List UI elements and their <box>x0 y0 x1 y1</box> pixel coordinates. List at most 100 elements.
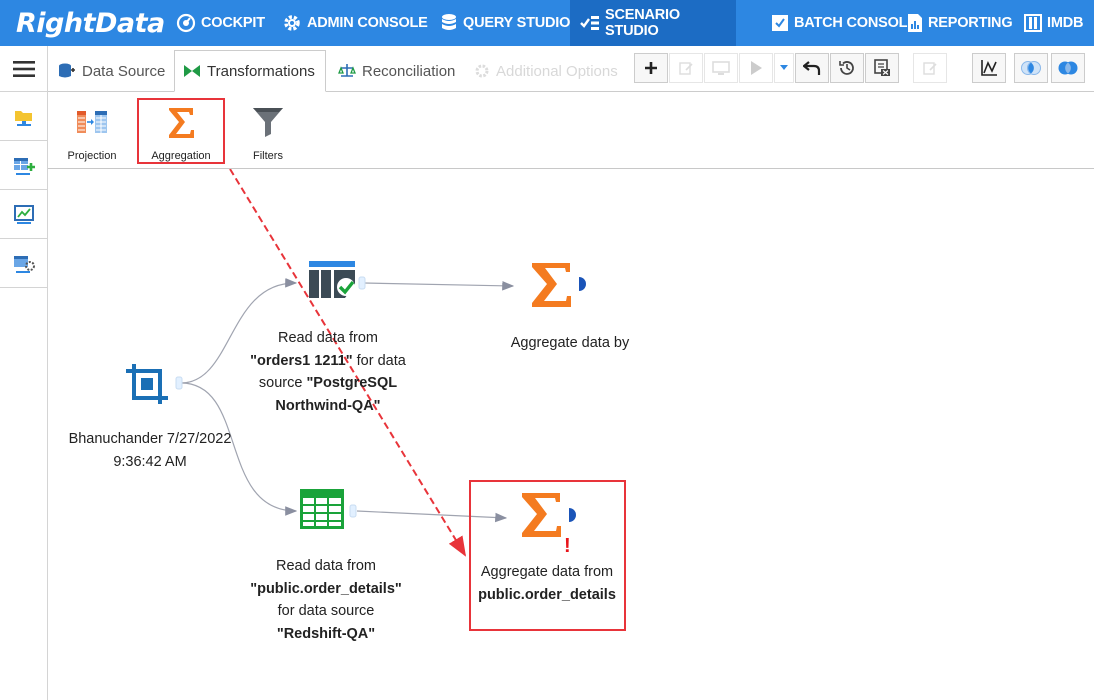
tool-aggregation[interactable]: Aggregation <box>137 98 225 164</box>
crop-frame-icon <box>126 364 168 404</box>
monitor-button[interactable] <box>704 53 738 83</box>
sidebar-folder-button[interactable] <box>0 93 47 141</box>
edit-button[interactable] <box>669 53 703 83</box>
source1-read-text: Read data from <box>278 330 378 346</box>
rightdata-logo[interactable]: RightData <box>16 7 165 39</box>
chart-line-icon <box>981 60 997 76</box>
read-data-icon <box>309 261 355 298</box>
add-table-icon <box>13 157 35 175</box>
run-options-dropdown[interactable] <box>774 53 794 83</box>
gear-icon <box>475 64 489 78</box>
history-button[interactable] <box>830 53 864 83</box>
sidebar-add-table-button[interactable] <box>0 142 47 190</box>
start-node-label: Bhanuchander 7/27/2022 9:36:42 AM <box>54 428 246 473</box>
tool-filters-label: Filters <box>253 150 283 162</box>
edit-note-icon <box>923 62 937 75</box>
nav-imdb-label: IMDB <box>1047 15 1084 31</box>
nav-imdb[interactable]: IMDB <box>1024 0 1083 46</box>
source2-read-text: Read data from <box>276 558 376 574</box>
nav-admin-console[interactable]: ADMIN CONSOLE <box>282 0 428 46</box>
nav-scenario-studio[interactable]: SCENARIO STUDIO <box>570 0 736 46</box>
scenario-icon <box>580 16 599 30</box>
sigma-icon <box>169 108 194 138</box>
connector-source1-to-agg1 <box>363 280 515 291</box>
notes-button[interactable] <box>913 53 947 83</box>
source2-table-name: "public.order_details" <box>250 580 402 597</box>
source2-mid-text: for data source <box>277 603 375 619</box>
scale-icon <box>338 64 356 77</box>
nav-batch-console[interactable]: BATCH CONSOLE <box>771 0 917 46</box>
dropdown-caret-icon <box>780 65 788 70</box>
nav-scenario-studio-label: SCENARIO STUDIO <box>605 7 680 39</box>
export-report-button[interactable] <box>865 53 899 83</box>
tool-projection[interactable]: Projection <box>48 98 136 164</box>
hamburger-menu-button[interactable] <box>0 46 48 92</box>
play-icon <box>751 61 762 75</box>
aggregate1-node[interactable] <box>530 261 592 314</box>
undo-button[interactable] <box>795 53 829 83</box>
chart-view-button[interactable] <box>972 53 1006 83</box>
batch-icon <box>772 15 788 31</box>
source2-label: Read data from "public.order_details" fo… <box>226 555 426 645</box>
aggregate1-text: Aggregate data by <box>510 335 630 351</box>
bowtie-icon <box>184 65 200 77</box>
tab-additional-options-label: Additional Options <box>496 62 618 80</box>
brand-name: RightData <box>16 7 165 39</box>
tab-bar: Data Source Transformations Reconciliati… <box>48 46 1094 92</box>
tab-reconciliation-label: Reconciliation <box>362 62 456 80</box>
tab-reconciliation[interactable]: Reconciliation <box>330 50 463 92</box>
nav-cockpit[interactable]: COCKPIT <box>176 0 265 46</box>
excel-report-icon <box>874 59 890 76</box>
aggregate2-label: Aggregate data from public.order_details <box>447 561 647 606</box>
tab-data-source-label: Data Source <box>82 62 166 80</box>
imdb-icon <box>1024 14 1042 32</box>
aggregate1-label: Aggregate data by <box>470 332 670 355</box>
history-icon <box>839 61 854 75</box>
database-icon <box>442 14 456 30</box>
source1-datasource-name: "PostgreSQL <box>306 375 398 391</box>
venn-outer-icon <box>1058 61 1078 75</box>
sidebar-settings-table-button[interactable] <box>0 240 47 288</box>
nav-reporting-label: REPORTING <box>928 15 1013 31</box>
start-node-user-date: Bhanuchander 7/27/2022 <box>68 431 232 447</box>
nav-admin-console-label: ADMIN CONSOLE <box>307 15 428 31</box>
folder-icon <box>14 110 32 126</box>
source1-datasource-name-cont: Northwind-QA" <box>275 397 381 414</box>
plus-icon <box>645 62 657 74</box>
chart-icon <box>13 204 34 224</box>
start-node[interactable] <box>124 362 170 411</box>
transformation-tools-bar: Projection Aggregation Filters <box>48 92 1094 169</box>
tab-transformations-label: Transformations <box>207 62 315 80</box>
source2-node[interactable] <box>300 489 344 534</box>
database-plug-icon <box>59 63 75 78</box>
aggregate2-node[interactable] <box>520 491 582 544</box>
tab-transformations[interactable]: Transformations <box>174 50 326 92</box>
warning-icon: ! <box>564 535 571 557</box>
top-navigation-bar: RightData COCKPIT ADMIN CONSOLE QUERY ST… <box>0 0 1094 46</box>
outer-join-button[interactable] <box>1051 53 1085 83</box>
monitor-icon <box>712 61 730 75</box>
sidebar-chart-button[interactable] <box>0 191 47 239</box>
tool-filters[interactable]: Filters <box>224 98 312 164</box>
run-button[interactable] <box>739 53 773 83</box>
gear-icon <box>284 15 300 31</box>
speedometer-icon <box>176 13 196 33</box>
tab-additional-options[interactable]: Additional Options <box>466 50 626 92</box>
source1-label: Read data from "orders1 1211" for data s… <box>228 327 428 417</box>
scenario-canvas[interactable]: Bhanuchander 7/27/2022 9:36:42 AM Read d… <box>48 169 1094 700</box>
aggregate2-table-name: public.order_details <box>478 586 616 603</box>
source1-mid-text: for data <box>352 352 406 369</box>
tool-projection-label: Projection <box>67 150 117 162</box>
inner-join-button[interactable] <box>1014 53 1048 83</box>
add-button[interactable] <box>634 53 668 83</box>
nav-query-studio[interactable]: QUERY STUDIO <box>440 0 570 46</box>
venn-inner-icon <box>1021 61 1041 75</box>
source1-node[interactable] <box>309 261 357 306</box>
report-icon <box>908 14 922 32</box>
sigma-icon <box>522 493 576 537</box>
nav-reporting[interactable]: REPORTING <box>907 0 1013 46</box>
nav-query-studio-label: QUERY STUDIO <box>463 15 571 31</box>
tab-data-source[interactable]: Data Source <box>50 50 173 92</box>
settings-table-icon <box>13 255 35 273</box>
left-sidebar <box>0 46 48 700</box>
